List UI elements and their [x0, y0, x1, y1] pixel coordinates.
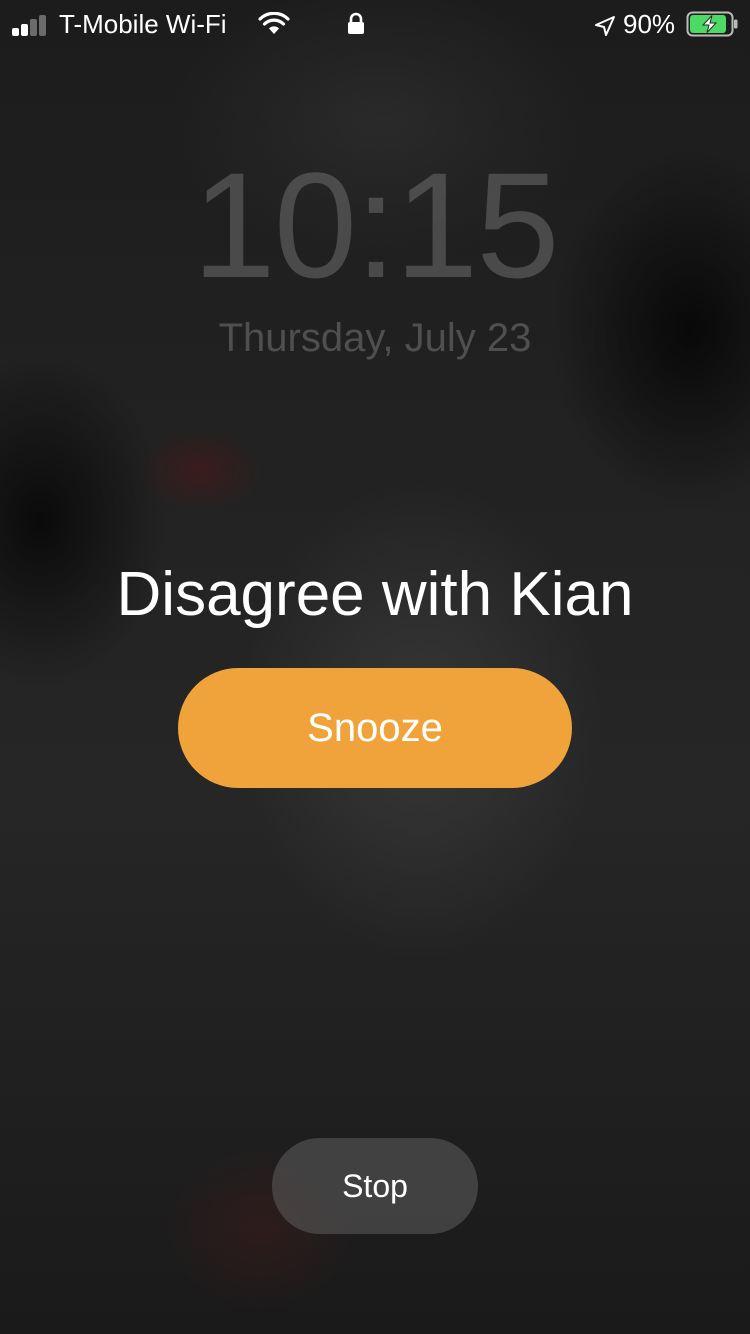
lock-screen-time: 10:15: [192, 141, 559, 309]
lock-icon: [346, 12, 366, 43]
alarm-title: Disagree with Kian: [116, 560, 634, 629]
signal-bar: [30, 19, 37, 36]
signal-bar: [21, 23, 28, 36]
signal-bar: [12, 28, 19, 36]
signal-bar: [39, 14, 46, 36]
status-bar: T-Mobile Wi-Fi 90%: [0, 0, 750, 48]
snooze-button-label: Snooze: [307, 706, 443, 750]
battery-percentage: 90%: [623, 9, 676, 39]
carrier-name: T-Mobile Wi-Fi: [59, 9, 227, 39]
battery-charging-icon: [686, 11, 740, 44]
wifi-icon: [258, 11, 290, 43]
stop-button-label: Stop: [342, 1168, 408, 1204]
lock-screen-date: Thursday, July 23: [218, 316, 532, 360]
location-arrow-icon: [594, 13, 616, 44]
stop-button[interactable]: Stop: [272, 1138, 478, 1234]
snooze-button[interactable]: Snooze: [178, 668, 572, 788]
signal-icon: [12, 14, 52, 36]
